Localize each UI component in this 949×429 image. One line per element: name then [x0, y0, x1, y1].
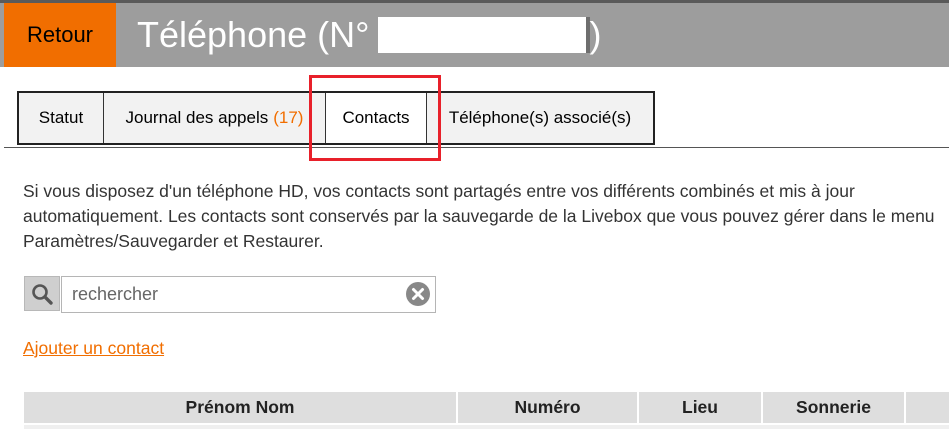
tab-label: Contacts	[342, 108, 410, 127]
tab-label: Statut	[38, 108, 84, 127]
tab-statut[interactable]: Statut	[19, 93, 104, 143]
back-button[interactable]: Retour	[4, 3, 116, 67]
column-header-actions	[906, 392, 949, 423]
table-row	[24, 425, 949, 429]
tab-bar: Statut Journal des appels (17) Contacts …	[17, 91, 655, 145]
call-count-badge: (17)	[273, 108, 304, 127]
tab-contacts[interactable]: Contacts	[326, 93, 427, 143]
page-title-suffix: )	[589, 14, 602, 55]
contacts-table-header: Prénom Nom Numéro Lieu Sonnerie	[24, 392, 949, 423]
tab-label: Journal des appels	[125, 108, 269, 127]
search-icon[interactable]	[24, 276, 60, 311]
search-input[interactable]	[61, 276, 436, 313]
page-title-text: Téléphone (N°	[137, 14, 370, 55]
tab-label: Téléphone(s) associé(s)	[448, 108, 632, 127]
tab-divider	[4, 147, 949, 148]
redacted-phone-number	[377, 17, 590, 53]
column-header-location[interactable]: Lieu	[639, 392, 763, 423]
column-header-number[interactable]: Numéro	[458, 392, 639, 423]
tab-telephones-associes[interactable]: Téléphone(s) associé(s)	[427, 93, 653, 143]
page-title: Téléphone (N° )	[137, 10, 602, 60]
add-contact-link[interactable]: Ajouter un contact	[23, 338, 164, 359]
info-text: Si vous disposez d'un téléphone HD, vos …	[23, 181, 935, 251]
tab-journal-des-appels[interactable]: Journal des appels (17)	[104, 93, 326, 143]
column-header-name[interactable]: Prénom Nom	[24, 392, 458, 423]
column-header-ringtone[interactable]: Sonnerie	[763, 392, 906, 423]
clear-icon[interactable]	[404, 280, 432, 308]
